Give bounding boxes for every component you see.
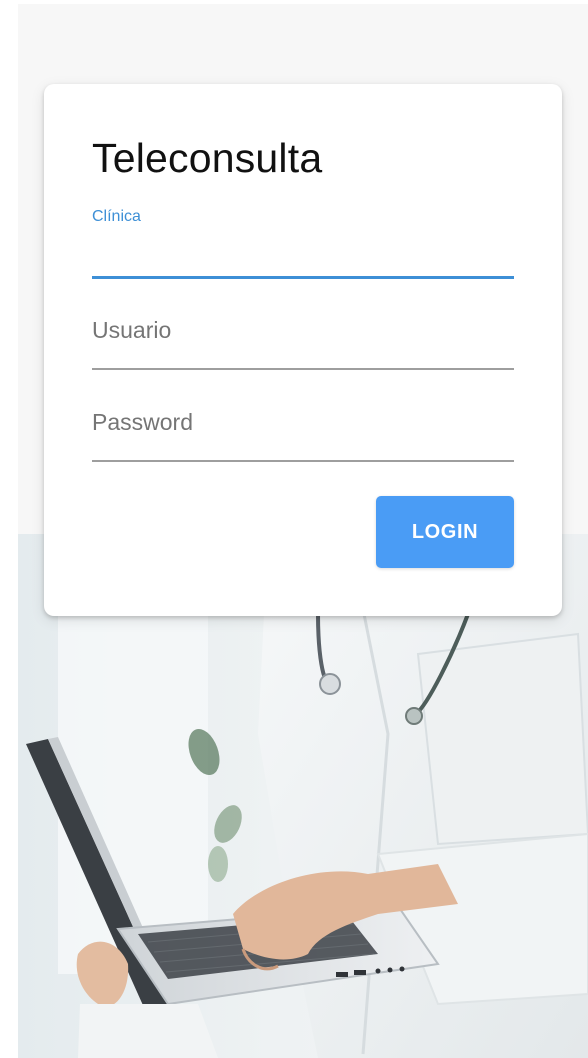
app-title: Teleconsulta — [92, 135, 323, 181]
username-field[interactable] — [92, 292, 514, 370]
login-card: Teleconsulta Clínica LOGIN — [44, 84, 562, 616]
login-button[interactable]: LOGIN — [376, 496, 514, 568]
username-input[interactable] — [92, 310, 514, 350]
clinic-input[interactable] — [92, 242, 514, 282]
clinic-field[interactable]: Clínica — [92, 202, 514, 282]
app-screen: Teleconsulta Clínica LOGIN — [18, 4, 588, 1058]
password-field[interactable] — [92, 384, 514, 462]
clinic-label: Clínica — [92, 208, 141, 225]
password-input[interactable] — [92, 402, 514, 442]
